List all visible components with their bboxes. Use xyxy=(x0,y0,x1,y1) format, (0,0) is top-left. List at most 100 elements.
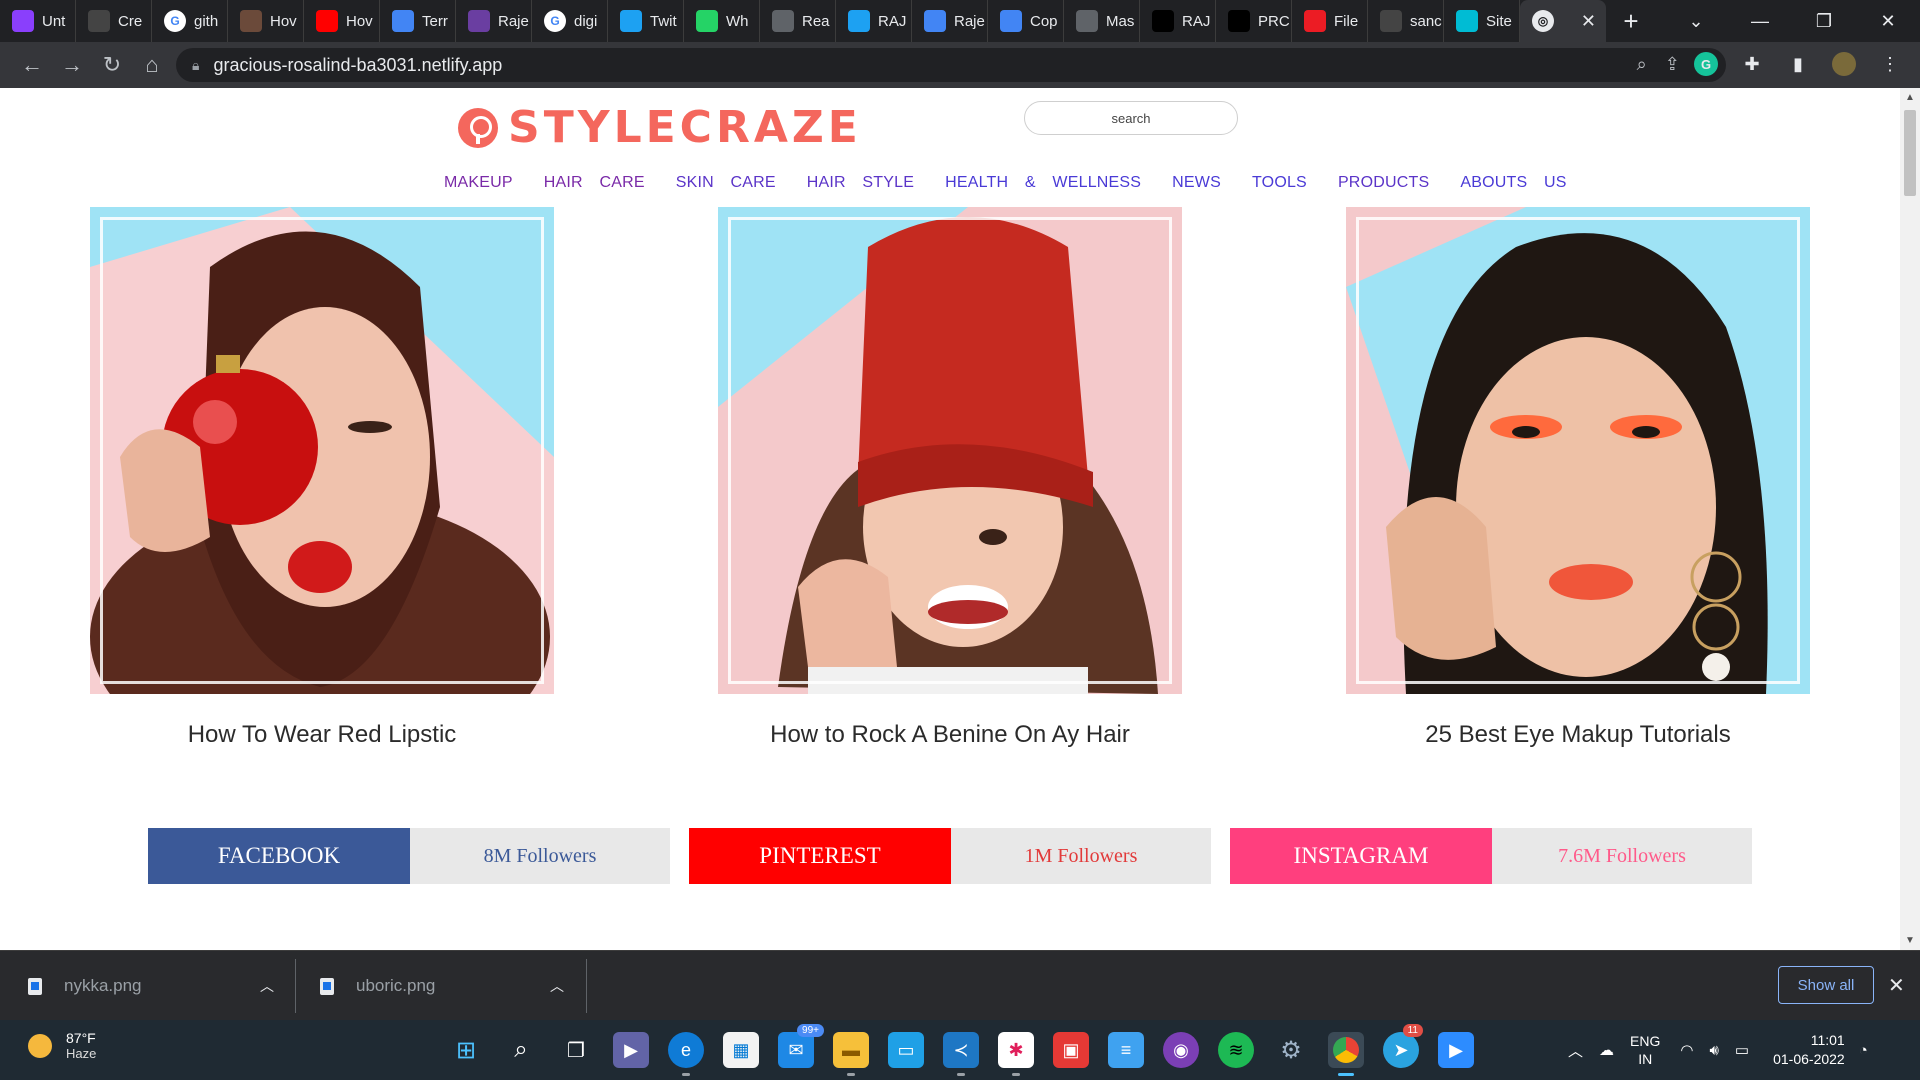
address-bar[interactable]: 🔒︎ gracious-rosalind-ba3031.netlify.app … xyxy=(176,48,1726,82)
browser-tab[interactable]: Gdigi xyxy=(532,0,608,42)
minimize-button[interactable]: — xyxy=(1728,0,1792,42)
lock-icon[interactable]: 🔒︎ xyxy=(192,57,199,74)
browser-tab[interactable]: RAJ xyxy=(836,0,912,42)
tab-active[interactable]: ◎ ✕ xyxy=(1520,0,1606,42)
chevron-up-icon[interactable]: ︿ xyxy=(260,976,274,996)
side-panel-icon[interactable]: ▮ xyxy=(1786,52,1810,76)
download-item[interactable]: uboric.png ︿ xyxy=(320,951,570,1021)
windows-start-icon[interactable]: ⊞ xyxy=(448,1032,484,1068)
restore-button[interactable]: ❐ xyxy=(1792,0,1856,42)
github-desktop-icon[interactable]: ◉ xyxy=(1163,1032,1199,1068)
telegram-icon[interactable]: ➤ 11 xyxy=(1383,1024,1423,1068)
article-title[interactable]: 25 Best Eye Makup Tutorials xyxy=(1346,721,1810,749)
browser-tab[interactable]: Rea xyxy=(760,0,836,42)
article-image[interactable] xyxy=(1346,207,1810,694)
tab-search-icon[interactable]: ⌄ xyxy=(1664,0,1728,42)
browser-tab[interactable]: Raje xyxy=(912,0,988,42)
chrome-icon[interactable] xyxy=(1328,1032,1364,1076)
article-image[interactable] xyxy=(718,207,1182,694)
browser-tab[interactable]: Ggith xyxy=(152,0,228,42)
browser-tab[interactable]: sanc xyxy=(1368,0,1444,42)
scroll-up-icon[interactable]: ▲ xyxy=(1905,92,1915,103)
article-card[interactable]: How To Wear Red Lipstic xyxy=(90,207,554,749)
facebook-social[interactable]: FACEBOOK 8M Followers xyxy=(148,828,670,884)
scrollbar-thumb[interactable] xyxy=(1904,110,1916,196)
instagram-button[interactable]: INSTAGRAM xyxy=(1230,828,1492,884)
download-filename[interactable]: nykka.png xyxy=(64,976,142,996)
cloud-icon[interactable]: ☁ xyxy=(1599,1041,1614,1059)
page-scrollbar[interactable]: ▲ ▼ xyxy=(1900,88,1920,950)
task-view-icon[interactable]: ❐ xyxy=(558,1032,594,1068)
browser-tab[interactable]: Hov xyxy=(304,0,380,42)
grammarly-icon[interactable]: G xyxy=(1694,52,1718,76)
nav-item[interactable]: NEWS xyxy=(1172,174,1221,192)
article-title[interactable]: How To Wear Red Lipstic xyxy=(90,721,554,749)
browser-tab[interactable]: Cre xyxy=(76,0,152,42)
facebook-button[interactable]: FACEBOOK xyxy=(148,828,410,884)
browser-tab[interactable]: Raje xyxy=(456,0,532,42)
clock[interactable]: 11:01 01-06-2022 xyxy=(1773,1031,1845,1069)
chevron-up-icon[interactable]: ︿ xyxy=(550,976,564,996)
browser-tab[interactable]: Hov xyxy=(228,0,304,42)
article-card[interactable]: 25 Best Eye Makup Tutorials xyxy=(1346,207,1810,749)
new-tab-button[interactable]: + xyxy=(1606,0,1656,42)
file-explorer-icon[interactable]: ▬ xyxy=(833,1032,869,1076)
chevron-up-icon[interactable]: ︿ xyxy=(1568,1040,1583,1061)
share-icon[interactable]: ⇪ xyxy=(1665,54,1680,75)
article-title[interactable]: How to Rock A Benine On Ay Hair xyxy=(718,721,1182,749)
store-icon[interactable]: ▦ xyxy=(723,1032,759,1068)
search-icon[interactable]: ⌕ xyxy=(503,1032,539,1068)
menu-kebab-icon[interactable]: ⋮ xyxy=(1878,52,1902,76)
nav-item[interactable]: HEALTH & WELLNESS xyxy=(945,174,1141,192)
zoom-icon[interactable]: ⌕ xyxy=(1637,54,1647,75)
nav-item[interactable]: TOOLS xyxy=(1252,174,1307,192)
browser-tab[interactable]: Wh xyxy=(684,0,760,42)
browser-tab[interactable]: RAJ xyxy=(1140,0,1216,42)
download-filename[interactable]: uboric.png xyxy=(356,976,435,996)
wifi-icon[interactable]: ◠ xyxy=(1680,1041,1693,1059)
nav-item[interactable]: HAIR STYLE xyxy=(807,174,914,192)
vscode-icon[interactable]: ≺ xyxy=(943,1032,979,1076)
close-shelf-icon[interactable]: ✕ xyxy=(1888,973,1905,998)
nav-item[interactable]: SKIN CARE xyxy=(676,174,776,192)
zoom-meeting-icon[interactable]: ▶ xyxy=(1438,1032,1474,1068)
pinterest-button[interactable]: PINTEREST xyxy=(689,828,951,884)
browser-tab[interactable]: Site xyxy=(1444,0,1520,42)
back-button[interactable]: ← xyxy=(12,47,52,83)
close-tab-icon[interactable]: ✕ xyxy=(1581,11,1596,32)
browser-tab[interactable]: Unt xyxy=(0,0,76,42)
notification-icon[interactable]: ◔ xyxy=(1859,1042,1868,1059)
mail-icon[interactable]: ✉ 99+ xyxy=(778,1024,824,1068)
site-logo[interactable]: STYLECRAZE xyxy=(458,102,862,153)
notepad-icon[interactable]: ≡ xyxy=(1108,1032,1144,1068)
browser-tab[interactable]: Terr xyxy=(380,0,456,42)
edge-icon[interactable]: e xyxy=(668,1032,704,1076)
browser-tab[interactable]: File xyxy=(1292,0,1368,42)
nav-item[interactable]: MAKEUP xyxy=(444,174,513,192)
battery-icon[interactable]: ▭ xyxy=(1735,1041,1749,1059)
article-card[interactable]: How to Rock A Benine On Ay Hair xyxy=(718,207,1182,749)
browser-tab[interactable]: Cop xyxy=(988,0,1064,42)
spotify-icon[interactable]: ≋ xyxy=(1218,1032,1254,1068)
browser-tab[interactable]: Mas xyxy=(1064,0,1140,42)
show-all-button[interactable]: Show all xyxy=(1778,966,1874,1004)
language-indicator[interactable]: ENG IN xyxy=(1630,1032,1660,1068)
search-input[interactable] xyxy=(1024,101,1238,135)
forward-button[interactable]: → xyxy=(52,47,92,83)
window-close-button[interactable]: ✕ xyxy=(1856,0,1920,42)
pinterest-social[interactable]: PINTEREST 1M Followers xyxy=(689,828,1211,884)
settings-gear-icon[interactable]: ⚙ xyxy=(1273,1032,1309,1068)
extensions-puzzle-icon[interactable]: ✚ xyxy=(1740,52,1764,76)
reload-button[interactable]: ↻ xyxy=(92,47,132,83)
home-button[interactable]: ⌂ xyxy=(132,47,172,83)
gift-icon[interactable]: ▣ xyxy=(1053,1032,1089,1068)
download-item[interactable]: nykka.png ︿ xyxy=(28,951,278,1021)
nav-item[interactable]: ABOUTS US xyxy=(1460,174,1566,192)
browser-tab[interactable]: PRC xyxy=(1216,0,1292,42)
profile-avatar[interactable] xyxy=(1832,52,1856,76)
slack-icon[interactable]: ✱ xyxy=(998,1032,1034,1076)
volume-icon[interactable]: 🔊︎ xyxy=(1709,1042,1718,1059)
instagram-social[interactable]: INSTAGRAM 7.6M Followers xyxy=(1230,828,1752,884)
remote-desktop-icon[interactable]: ▭ xyxy=(888,1032,924,1068)
weather-widget[interactable]: 87°F Haze xyxy=(28,1030,96,1061)
